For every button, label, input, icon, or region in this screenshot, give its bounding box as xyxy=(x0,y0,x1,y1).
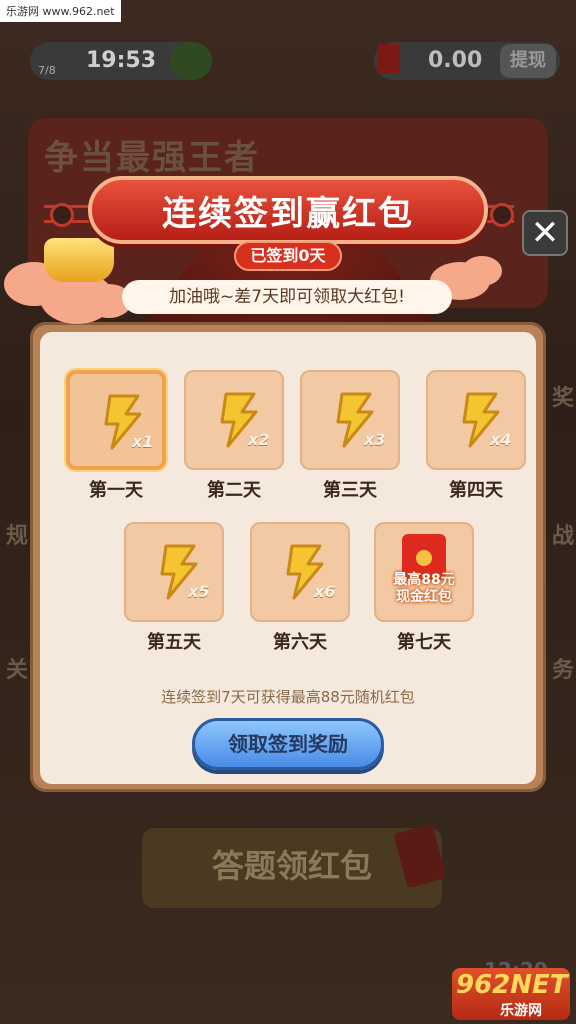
gold-ingot-icon xyxy=(44,238,114,282)
modal-title: 连续签到赢红包 xyxy=(162,194,414,234)
day-label: 第五天 xyxy=(147,632,201,653)
side-button-rules: 规 xyxy=(6,524,29,549)
ribbon-knot-left xyxy=(50,203,74,227)
site-logo-subtext: 乐游网 xyxy=(500,1003,542,1019)
game-banner-title: 争当最强王者 xyxy=(44,138,260,178)
day-label: 第四天 xyxy=(449,480,503,501)
multiplier-label: x6 xyxy=(314,582,336,601)
watermark-text: 乐游网 www.962.net xyxy=(0,0,121,22)
multiplier-label: x1 xyxy=(132,432,154,451)
side-button-reward: 奖 xyxy=(552,386,575,411)
red-packet-seal xyxy=(416,550,432,566)
reward-line-2: 现金红包 xyxy=(396,589,452,605)
day-card-5[interactable]: x5 xyxy=(124,522,224,622)
close-button[interactable]: ✕ xyxy=(522,210,568,256)
day-label: 第七天 xyxy=(397,632,451,653)
energy-count: 7/8 xyxy=(38,64,56,77)
tip-text: 加油哦~差7天即可领取大红包! xyxy=(122,280,452,314)
day-card-6[interactable]: x6 xyxy=(250,522,350,622)
add-energy-button[interactable] xyxy=(170,42,212,80)
multiplier-label: x3 xyxy=(364,430,386,449)
day-label: 第三天 xyxy=(323,480,377,501)
streak-badge: 已签到0天 xyxy=(234,241,342,271)
day-card-2[interactable]: x2 xyxy=(184,370,284,470)
claim-reward-button[interactable]: 领取签到奖励 xyxy=(192,718,384,770)
day-label: 第二天 xyxy=(207,480,261,501)
energy-timer: 19:53 xyxy=(86,48,157,73)
day-label: 第六天 xyxy=(273,632,327,653)
withdraw-button[interactable]: 提现 xyxy=(500,44,556,78)
day-card-3[interactable]: x3 xyxy=(300,370,400,470)
side-button-task: 务 xyxy=(552,658,575,683)
side-button-battle: 战 xyxy=(552,524,575,549)
ribbon-knot-right xyxy=(490,203,514,227)
cloud-decoration xyxy=(462,256,502,286)
day-card-7[interactable]: 最高88元 现金红包 xyxy=(374,522,474,622)
day-card-1[interactable]: x1 xyxy=(66,370,166,470)
multiplier-label: x4 xyxy=(490,430,512,449)
reward-line-1: 最高88元 xyxy=(393,572,455,588)
multiplier-label: x2 xyxy=(248,430,270,449)
multiplier-label: x5 xyxy=(188,582,210,601)
site-logo-text: 962NET xyxy=(456,970,568,1000)
day-card-4[interactable]: x4 xyxy=(426,370,526,470)
balance-value: 0.00 xyxy=(428,48,483,73)
side-button-level: 关 xyxy=(6,658,29,683)
reward-hint: 连续签到7天可获得最高88元随机红包 xyxy=(161,688,415,706)
red-packet-icon xyxy=(378,44,400,74)
day-label: 第一天 xyxy=(89,480,143,501)
